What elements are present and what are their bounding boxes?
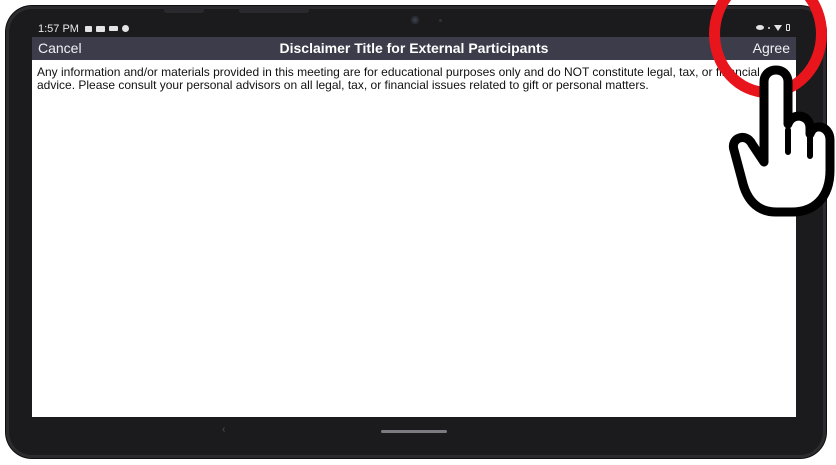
volume-button bbox=[239, 8, 309, 13]
wifi-icon bbox=[774, 24, 782, 31]
cancel-button[interactable]: Cancel bbox=[38, 40, 82, 56]
status-icons-right bbox=[756, 24, 790, 31]
app-bar: Cancel Disclaimer Title for External Par… bbox=[32, 37, 796, 60]
status-time: 1:57 PM bbox=[38, 22, 79, 35]
page-title: Disclaimer Title for External Participan… bbox=[279, 40, 549, 56]
disclaimer-content: Any information and/or materials provide… bbox=[32, 60, 796, 417]
image-icon bbox=[95, 25, 105, 32]
battery-icon bbox=[786, 24, 790, 31]
agree-button[interactable]: Agree bbox=[753, 40, 790, 56]
power-button bbox=[164, 8, 204, 13]
status-icons-left bbox=[84, 25, 129, 32]
eye-icon bbox=[756, 25, 764, 30]
home-handle[interactable] bbox=[381, 430, 447, 433]
status-bar: 1:57 PM bbox=[32, 20, 796, 37]
back-icon[interactable]: ‹ bbox=[222, 424, 225, 435]
separator-dot-icon bbox=[768, 26, 770, 29]
screenshot: 1:57 PM Cancel Disclaimer Title for Exte… bbox=[0, 0, 836, 465]
video-icon bbox=[108, 26, 118, 31]
disclaimer-text: Any information and/or materials provide… bbox=[37, 65, 760, 92]
app-circle-icon bbox=[121, 25, 129, 32]
message-icon bbox=[84, 25, 92, 32]
